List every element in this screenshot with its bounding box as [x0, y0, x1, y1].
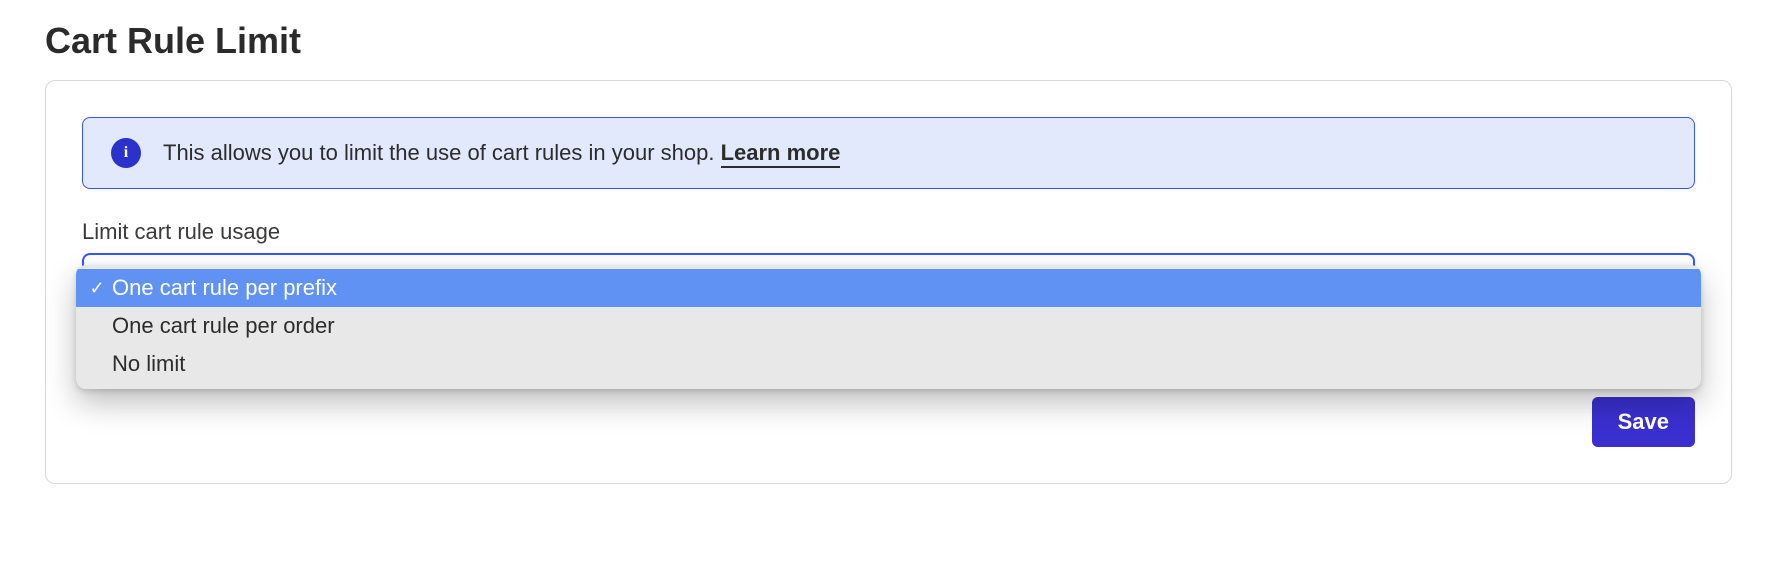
- save-button[interactable]: Save: [1592, 397, 1695, 447]
- option-label: One cart rule per prefix: [112, 275, 337, 301]
- dropdown-option-per-prefix[interactable]: ✓ One cart rule per prefix: [76, 269, 1701, 307]
- info-banner: i This allows you to limit the use of ca…: [82, 117, 1695, 189]
- option-label: One cart rule per order: [112, 313, 335, 339]
- info-icon: i: [111, 138, 141, 168]
- info-text: This allows you to limit the use of cart…: [163, 140, 840, 166]
- limit-select[interactable]: ✓ One cart rule per prefix One cart rule…: [82, 253, 1695, 313]
- learn-more-link[interactable]: Learn more: [721, 140, 841, 168]
- option-label: No limit: [112, 351, 185, 377]
- dropdown-option-no-limit[interactable]: No limit: [76, 345, 1701, 383]
- dropdown-option-per-order[interactable]: One cart rule per order: [76, 307, 1701, 345]
- check-icon: ✓: [86, 278, 108, 299]
- page-title: Cart Rule Limit: [45, 20, 1732, 62]
- settings-card: i This allows you to limit the use of ca…: [45, 80, 1732, 484]
- info-message: This allows you to limit the use of cart…: [163, 140, 721, 165]
- field-label: Limit cart rule usage: [82, 219, 1695, 245]
- dropdown-list[interactable]: ✓ One cart rule per prefix One cart rule…: [76, 265, 1701, 389]
- footer-row: Save: [82, 397, 1695, 447]
